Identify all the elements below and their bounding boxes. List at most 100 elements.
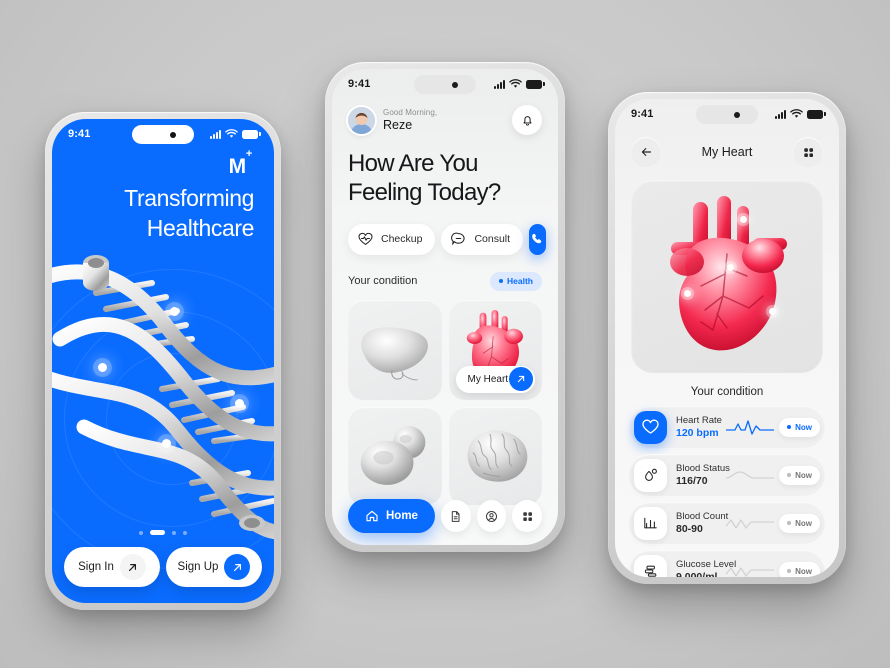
metric-text: Blood Count 80-90 (676, 511, 728, 536)
status-label: Now (795, 422, 812, 432)
liver-card[interactable] (348, 299, 442, 400)
sign-up-button[interactable]: Sign Up (166, 547, 262, 587)
consult-chip[interactable]: Consult (441, 223, 524, 255)
organ-grid: My Heart (332, 291, 558, 505)
wave-line (726, 519, 775, 529)
home-screen: 9:41 Good Morning, Reze How Are You Feel… (332, 69, 558, 545)
metric-value: 80-90 (676, 523, 703, 536)
status-time: 9:41 (68, 128, 91, 140)
marker-dot (727, 264, 734, 271)
status-bar: 9:41 (52, 119, 274, 149)
checkup-chip[interactable]: Checkup (348, 223, 436, 255)
tab-home[interactable]: Home (348, 499, 435, 533)
greeting-text: Good Morning, (383, 108, 438, 117)
marker-dot (98, 363, 107, 372)
status-dot (787, 521, 792, 525)
status-badge: Now (779, 417, 820, 437)
status-label: Now (795, 566, 812, 576)
profile-icon (485, 510, 497, 522)
pager-dot-4[interactable] (183, 530, 187, 535)
heart-icon (634, 410, 667, 444)
metric-blood-status[interactable]: Blood Status 116/70 Now (629, 454, 825, 496)
tab-profile[interactable] (476, 500, 507, 532)
my-heart-text: My Heart (467, 373, 509, 385)
dynamic-island (132, 125, 194, 144)
back-button[interactable] (631, 137, 661, 167)
metrics-list: Heart Rate 120 bpm Now Blood Status 116/… (615, 398, 839, 577)
auth-buttons: Sign In Sign Up (64, 547, 262, 587)
marker-dot (769, 308, 776, 315)
section-header: Your condition Health (332, 255, 558, 291)
dna-helix-icon (52, 255, 274, 540)
status-icons (210, 129, 261, 139)
badge-label: Health (507, 276, 533, 287)
status-bar: 9:41 (615, 99, 839, 129)
section-title: Your condition (690, 386, 764, 398)
pager-dot-2-active[interactable] (150, 530, 165, 535)
phone-detail: 9:41 My Heart Your condition Heart Rate … (608, 92, 846, 584)
bell-icon[interactable] (512, 105, 542, 135)
nav-bar: My Heart (615, 129, 839, 167)
sign-up-label: Sign Up (177, 561, 219, 573)
status-icons (775, 109, 826, 119)
onboarding-screen: 9:41 M+ Transforming Healthcare Sign In … (52, 119, 274, 603)
metric-name: Blood Status (676, 462, 730, 474)
title-line-1: Transforming (124, 185, 254, 211)
dynamic-island (414, 75, 476, 94)
arrow-up-right-icon (509, 367, 533, 392)
my-heart-label[interactable]: My Heart (455, 365, 535, 393)
status-dot (787, 473, 792, 477)
marker-dot (740, 216, 747, 223)
pager-dot-3[interactable] (172, 530, 176, 535)
status-badge: Now (779, 465, 820, 485)
cellular-bars-icon (775, 109, 786, 119)
page-title: How Are You Feeling Today? (332, 135, 558, 208)
camera-dot (734, 111, 740, 118)
metric-text: Glucose Level 9.000/ml (676, 559, 736, 577)
sign-in-button[interactable]: Sign In (64, 547, 160, 587)
ecg-waveform (726, 420, 775, 435)
page-title: My Heart (701, 145, 753, 159)
status-badge: Now (779, 513, 820, 533)
call-button[interactable] (529, 223, 547, 255)
layers-icon (634, 554, 667, 577)
wifi-icon (225, 129, 238, 138)
bottom-nav: Home (348, 499, 543, 533)
battery-icon (242, 129, 261, 139)
brain-card[interactable] (448, 406, 542, 505)
cellular-bars-icon (210, 129, 221, 139)
metric-blood-count[interactable]: Blood Count 80-90 Now (629, 502, 825, 544)
status-label: Now (795, 518, 812, 528)
pagination-dots[interactable] (52, 530, 274, 535)
metric-glucose-level[interactable]: Glucose Level 9.000/ml Now (629, 550, 825, 577)
grid-view-button[interactable] (793, 137, 823, 167)
status-dot (787, 569, 792, 573)
pager-dot-1[interactable] (139, 530, 143, 535)
status-icons (494, 79, 545, 89)
tab-documents[interactable] (440, 500, 471, 532)
tab-grid[interactable] (512, 500, 543, 532)
status-label: Now (795, 470, 812, 480)
metric-heart-rate[interactable]: Heart Rate 120 bpm Now (629, 406, 825, 448)
app-logo: M+ (228, 148, 253, 178)
status-badge[interactable]: Health (490, 271, 542, 291)
heart-card[interactable]: My Heart (448, 299, 542, 400)
blood-cells-3d-icon (360, 425, 426, 485)
blood-drop-icon (634, 458, 667, 492)
camera-dot (170, 131, 176, 138)
avatar[interactable] (348, 106, 375, 134)
marker-dot (684, 290, 691, 297)
metric-value: 9.000/ml (676, 571, 726, 577)
checkup-label: Checkup (381, 233, 423, 246)
arrow-up-right-icon (119, 554, 146, 580)
marker-dot (170, 307, 179, 316)
status-badge: Now (779, 561, 820, 577)
brain-3d-icon (467, 429, 527, 482)
marker-dot (235, 399, 244, 408)
wave-line (726, 471, 775, 479)
title-line-2: Feeling Today? (348, 179, 501, 207)
user-name: Reze (383, 118, 413, 132)
blood-cells-card[interactable] (348, 406, 442, 505)
mockup-stage: 9:41 M+ Transforming Healthcare Sign In … (0, 0, 890, 668)
battery-icon (526, 79, 545, 89)
